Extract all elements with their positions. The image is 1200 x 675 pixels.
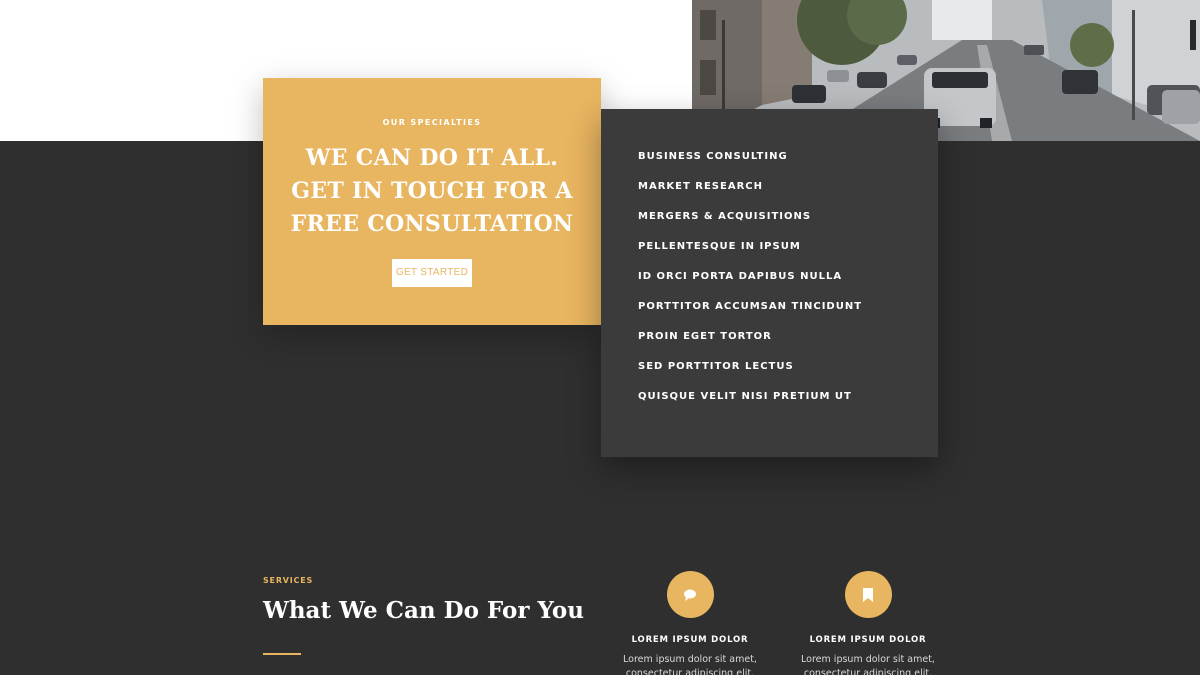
feature-title: LOREM IPSUM DOLOR — [809, 635, 927, 645]
services-eyebrow: SERVICES — [263, 576, 314, 585]
services-list-card: BUSINESS CONSULTING MARKET RESEARCH MERG… — [601, 109, 938, 457]
specialties-eyebrow: OUR SPECIALTIES — [382, 118, 482, 127]
list-item[interactable]: ID ORCI PORTA DAPIBUS NULLA — [638, 270, 862, 300]
feature-title: LOREM IPSUM DOLOR — [631, 635, 749, 645]
feature-text: Lorem ipsum dolor sit amet, consectetur … — [623, 654, 757, 675]
list-item[interactable]: MARKET RESEARCH — [638, 180, 862, 210]
specialties-card: OUR SPECIALTIES WE CAN DO IT ALL. GET IN… — [263, 78, 601, 325]
list-item[interactable]: MERGERS & ACQUISITIONS — [638, 210, 862, 240]
heading-divider — [263, 653, 301, 655]
services-heading: What We Can Do For You — [263, 597, 584, 624]
list-item[interactable]: PELLENTESQUE IN IPSUM — [638, 240, 862, 270]
chat-bubble-icon — [666, 571, 714, 618]
feature-text: Lorem ipsum dolor sit amet, consectetur … — [801, 654, 935, 675]
specialties-headline: WE CAN DO IT ALL. GET IN TOUCH FOR A FRE… — [290, 145, 574, 237]
list-item[interactable]: SED PORTTITOR LECTUS — [638, 360, 862, 390]
bookmark-icon — [844, 571, 892, 618]
list-item[interactable]: BUSINESS CONSULTING — [638, 150, 862, 180]
list-item[interactable]: PORTTITOR ACCUMSAN TINCIDUNT — [638, 300, 862, 330]
get-started-button[interactable]: GET STARTED — [392, 259, 472, 287]
list-item[interactable]: QUISQUE VELIT NISI PRETIUM UT — [638, 390, 862, 420]
list-item[interactable]: PROIN EGET TORTOR — [638, 330, 862, 360]
feature-card: LOREM IPSUM DOLOR Lorem ipsum dolor sit … — [793, 571, 943, 675]
services-list: BUSINESS CONSULTING MARKET RESEARCH MERG… — [638, 150, 862, 420]
feature-card: LOREM IPSUM DOLOR Lorem ipsum dolor sit … — [615, 571, 765, 675]
